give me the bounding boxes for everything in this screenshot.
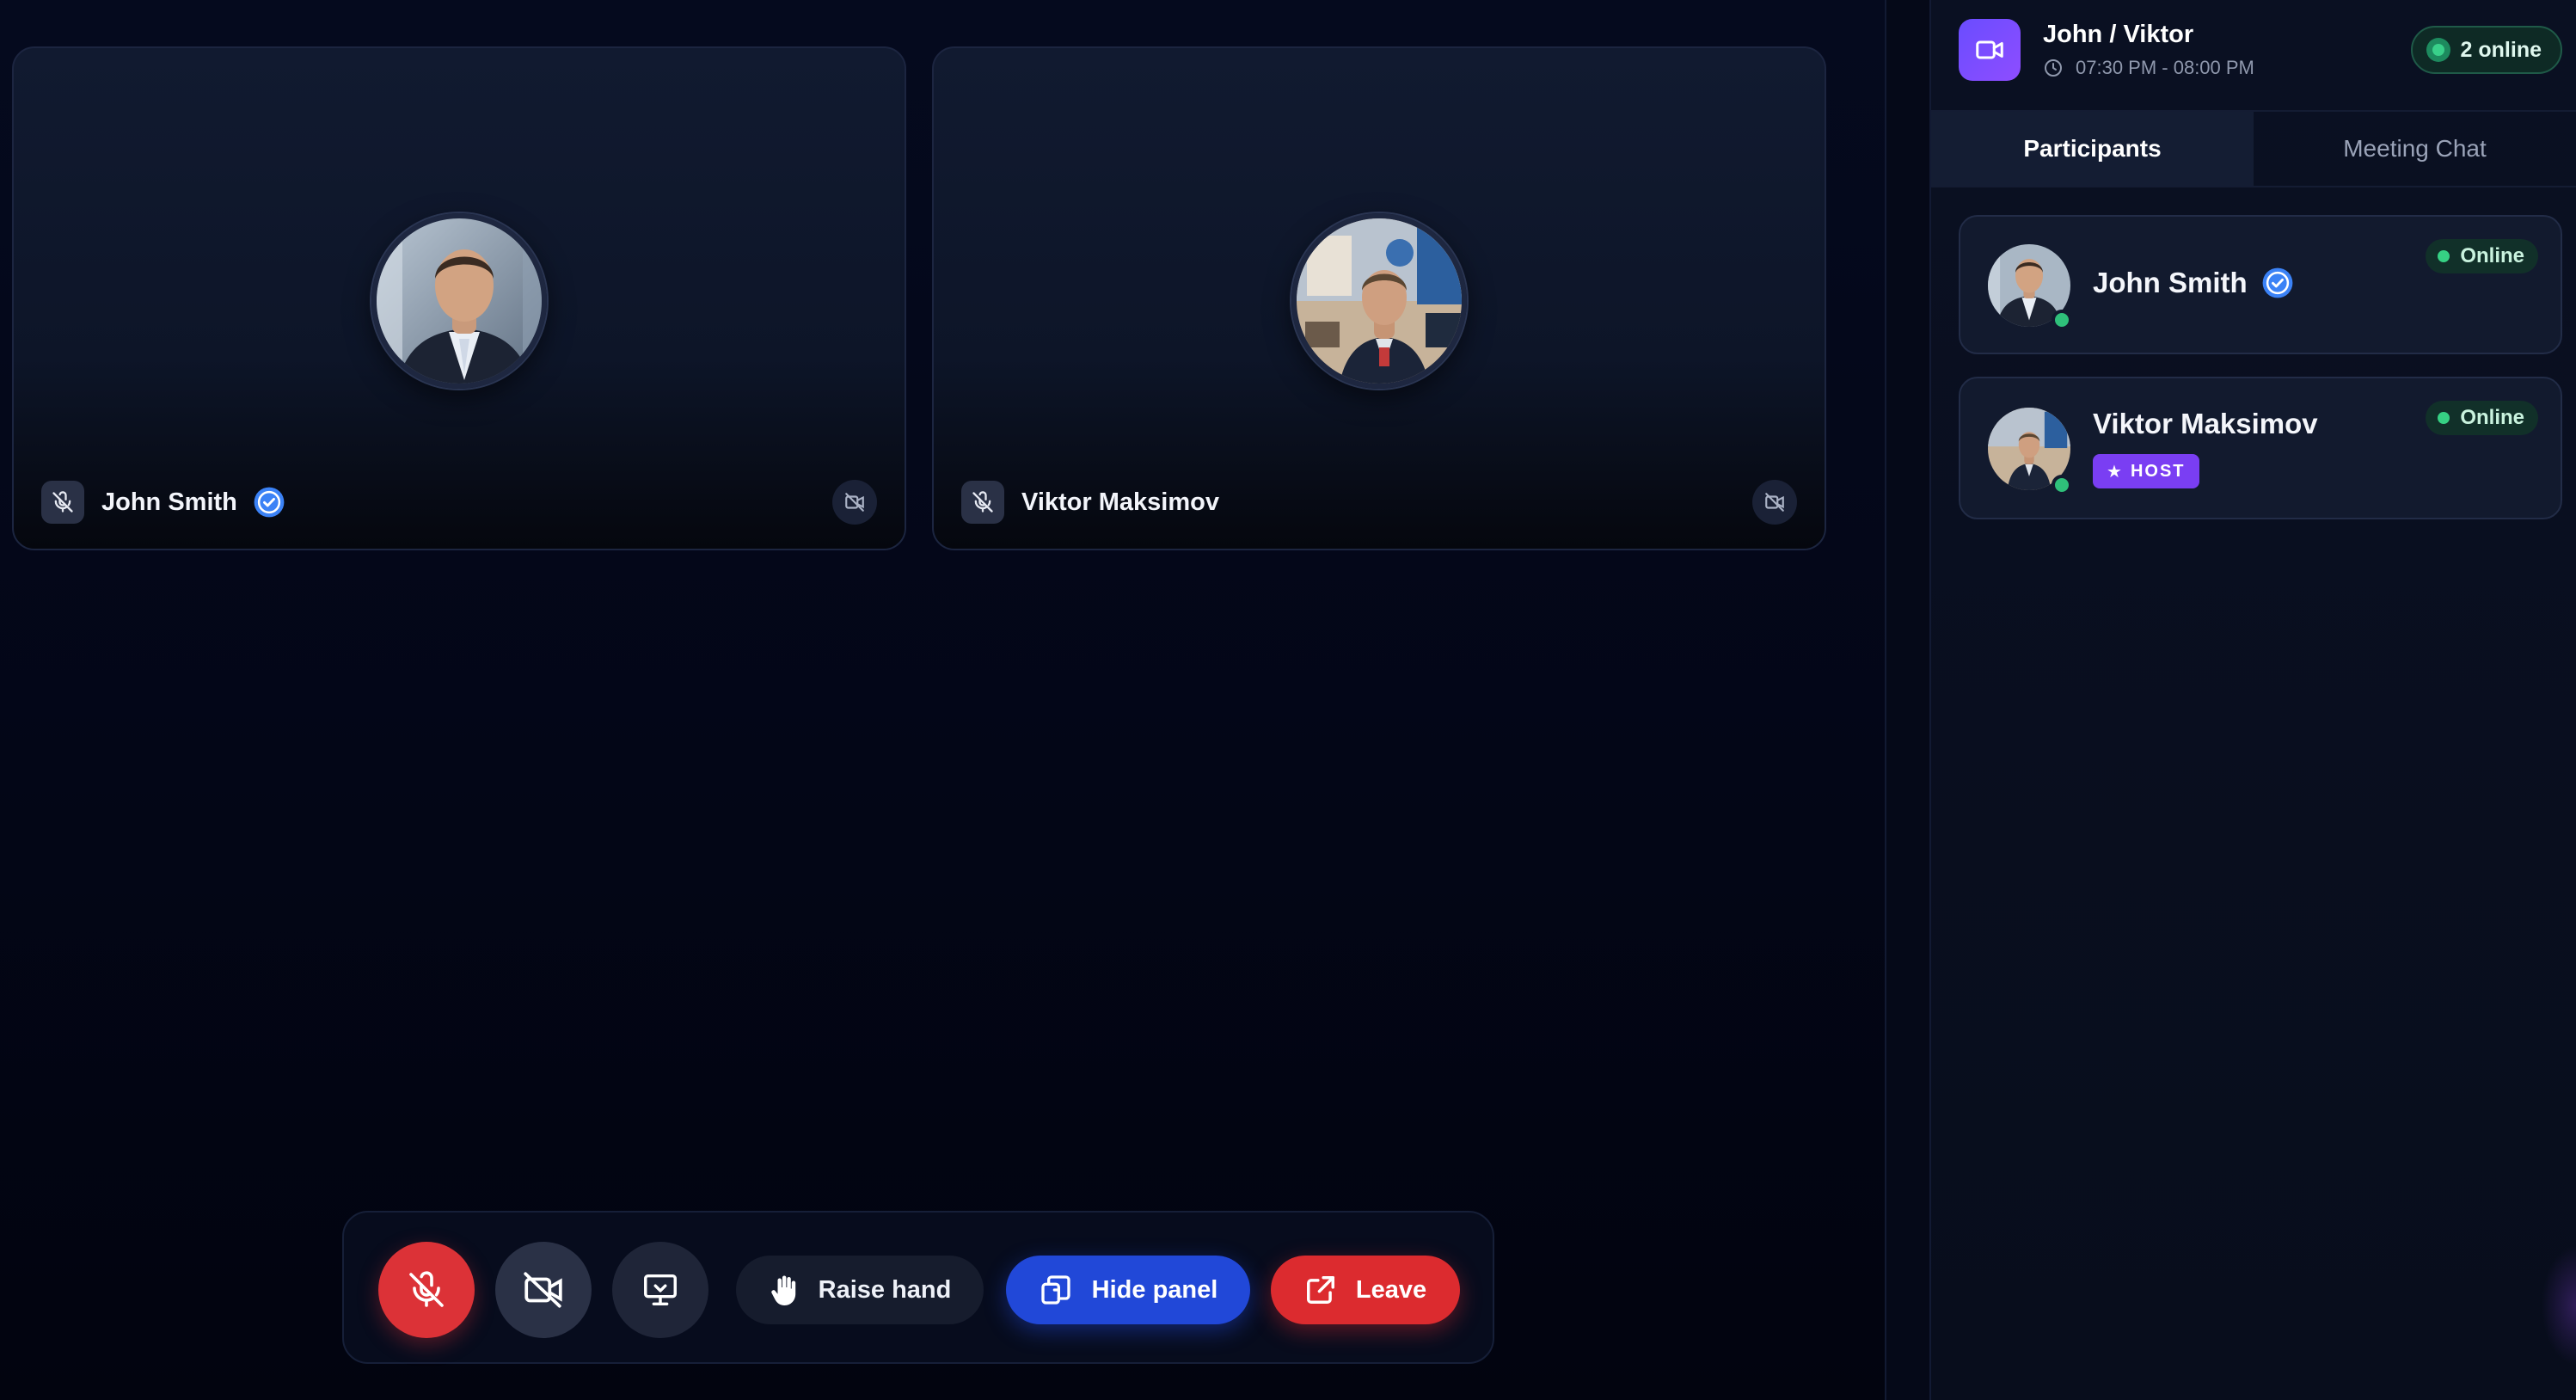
mic-off-icon <box>409 1271 444 1307</box>
meeting-time-text: 07:30 PM - 08:00 PM <box>2076 57 2254 78</box>
panel-tabs: Participants Meeting Chat <box>1931 110 2576 187</box>
share-screen-button[interactable] <box>612 1242 708 1338</box>
status-badge: Online <box>2426 239 2538 273</box>
video-tile-john-smith[interactable]: John Smith <box>12 46 906 550</box>
leave-label: Leave <box>1355 1275 1427 1304</box>
video-off-icon <box>524 1272 562 1308</box>
toggle-camera-button[interactable] <box>495 1242 592 1338</box>
status-badge: Online <box>2426 401 2538 435</box>
leave-icon <box>1304 1274 1337 1306</box>
verified-icon <box>254 487 285 518</box>
participant-card-viktor-maksimov[interactable]: Viktor Maksimov ★ HOST Online <box>1959 377 2562 519</box>
online-count-text: 2 online <box>2460 37 2542 62</box>
participant-name: Viktor Maksimov <box>1021 488 1219 516</box>
panel-divider <box>1886 0 1931 1400</box>
hide-panel-button[interactable]: Hide panel <box>1006 1256 1250 1324</box>
online-count-badge: 2 online <box>2410 26 2562 74</box>
meeting-controls: Raise hand Hide panel Leave <box>342 1211 1494 1364</box>
online-status-dot <box>2052 310 2072 330</box>
clock-icon <box>2045 59 2062 77</box>
tab-meeting-chat[interactable]: Meeting Chat <box>2254 112 2576 186</box>
mic-off-icon <box>961 481 1004 524</box>
video-off-icon <box>832 480 877 525</box>
screen-share-icon <box>644 1274 677 1306</box>
participant-name-text: John Smith <box>2093 267 2248 298</box>
participant-name: John Smith <box>2093 267 2294 299</box>
leave-button[interactable]: Leave <box>1271 1256 1460 1324</box>
video-tile-viktor-maksimov[interactable]: Viktor Maksimov <box>932 46 1826 550</box>
avatar <box>371 213 547 389</box>
host-badge: ★ HOST <box>2093 454 2199 488</box>
toggle-mic-button[interactable] <box>378 1242 475 1338</box>
participant-name: John Smith <box>101 488 237 516</box>
online-dot-icon <box>2426 38 2450 62</box>
video-stage: John Smith Viktor Maksimov Raise hand Hi… <box>0 0 1886 1400</box>
online-status-dot <box>2052 475 2072 495</box>
tab-participants[interactable]: Participants <box>1931 112 2254 186</box>
meeting-time: 07:30 PM - 08:00 PM <box>2043 57 2254 79</box>
raise-hand-label: Raise hand <box>818 1275 952 1304</box>
host-label: HOST <box>2130 461 2186 481</box>
raise-hand-button[interactable]: Raise hand <box>736 1256 984 1324</box>
video-off-icon <box>1752 480 1797 525</box>
hand-icon <box>769 1273 800 1307</box>
participant-name: Viktor Maksimov <box>2093 408 2318 440</box>
participant-name-text: Viktor Maksimov <box>2093 408 2318 439</box>
avatar <box>1291 213 1467 389</box>
meeting-header: John / Viktor 07:30 PM - 08:00 PM 2 onli… <box>1931 0 2576 110</box>
star-icon: ★ <box>2107 462 2122 482</box>
verified-icon <box>2262 267 2293 298</box>
hide-panel-label: Hide panel <box>1091 1275 1218 1304</box>
side-panel: John / Viktor 07:30 PM - 08:00 PM 2 onli… <box>1931 0 2576 1400</box>
meeting-title: John / Viktor <box>2043 21 2194 48</box>
decorative-glow <box>2542 1245 2576 1366</box>
video-camera-icon <box>1959 19 2021 81</box>
participant-card-john-smith[interactable]: John Smith Online <box>1959 215 2562 354</box>
mic-off-icon <box>41 481 84 524</box>
panel-icon <box>1039 1273 1073 1307</box>
